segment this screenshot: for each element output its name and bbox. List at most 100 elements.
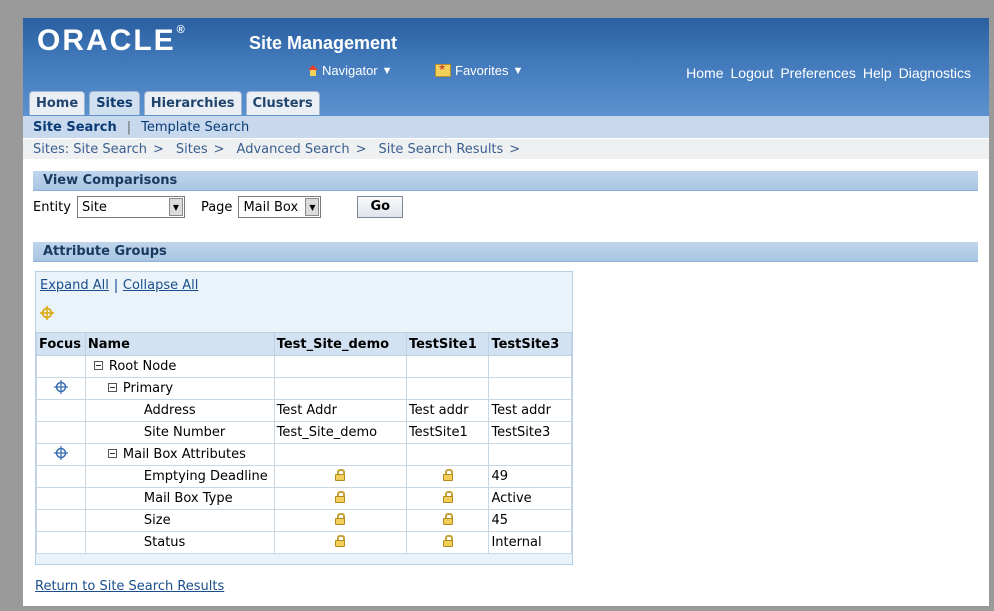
oracle-logo: ORACLE® [37,24,187,57]
global-link-help[interactable]: Help [863,65,892,81]
table-row: Size 45 [36,509,572,532]
focus-toolbar-icon[interactable] [40,306,54,320]
locked-cell [273,509,407,532]
column-header-test-site-demo: Test_Site_demo [273,332,407,356]
locked-cell [405,531,490,554]
lock-icon [335,468,346,481]
breadcrumb-arrow: > [355,141,367,157]
global-link-logout[interactable]: Logout [731,65,774,81]
value-cell [273,377,407,400]
navigator-menu[interactable]: Navigator ▼ [308,63,393,78]
crosshair-focus-icon[interactable] [53,445,68,460]
breadcrumb-arrow: > [153,141,164,157]
table-row: Mail Box Attributes [36,443,572,466]
favorites-menu[interactable]: Favorites ▼ [435,62,524,78]
value-cell: Internal [488,531,572,554]
column-header-name: Name [84,332,275,356]
lock-icon [442,512,453,525]
subnav-separator: | [126,119,132,135]
attribute-name: Root Node [108,359,177,374]
crosshair-focus-icon[interactable] [53,379,68,394]
breadcrumb-site-search-results[interactable]: Site Search Results [378,142,503,157]
global-link-diagnostics[interactable]: Diagnostics [899,65,971,81]
name-cell: Address [84,399,275,422]
tab-clusters[interactable]: Clusters [245,91,320,115]
global-links: Home Logout Preferences Help Diagnostics [686,65,971,81]
link-divider [114,278,117,293]
table-row: Status Internal [36,531,572,554]
tab-home[interactable]: Home [29,91,86,115]
collapse-toggle-icon[interactable] [93,361,103,370]
name-cell: Mail Box Attributes [84,443,275,466]
table-row: Root Node [36,355,572,378]
lock-icon [442,534,453,547]
focus-cell [36,421,86,444]
attribute-name: Emptying Deadline [143,469,268,484]
value-cell: 49 [488,465,572,488]
lock-icon [335,512,346,525]
attribute-comparison-table: Focus Name Test_Site_demo TestSite1 Test… [36,332,572,554]
locked-cell [273,465,407,488]
navigator-label: Navigator [322,63,378,78]
table-row: Site Number Test_Site_demo TestSite1 TestSi… [36,421,572,444]
attribute-name: Site Number [143,425,226,440]
global-link-preferences[interactable]: Preferences [780,65,855,81]
value-cell: TestSite1 [405,421,490,444]
value-cell: Test addr [488,399,572,422]
collapse-all-link[interactable]: Collapse All [123,278,199,293]
value-cell [405,377,490,400]
focus-cell [36,377,86,400]
tab-sites[interactable]: Sites [89,91,140,115]
attribute-name: Status [143,535,186,550]
breadcrumb-advanced-search[interactable]: Advanced Search [237,142,350,157]
name-cell: Root Node [84,355,275,378]
go-button[interactable]: Go [357,196,404,218]
subnav-site-search[interactable]: Site Search [33,120,117,135]
collapse-toggle-icon[interactable] [107,449,117,458]
chevron-down-icon: ▼ [512,64,524,77]
header-bar: ORACLE® Site Management Navigator ▼ Favo… [23,18,989,116]
page-select-value: Mail Box [243,199,299,215]
locked-cell [405,465,490,488]
page-select[interactable]: Mail Box ▼ [238,196,322,218]
name-cell: Status [84,531,275,554]
value-cell [405,443,490,466]
collapse-toggle-icon[interactable] [107,383,117,392]
entity-select-value: Site [81,199,107,215]
lock-icon [442,468,453,481]
value-cell [488,443,572,466]
attribute-name: Mail Box Type [143,491,233,506]
attribute-name: Primary [122,381,174,396]
entity-label: Entity [33,199,71,215]
focus-cell [36,531,86,554]
value-cell [273,443,407,466]
breadcrumb-sites[interactable]: Sites [176,142,208,157]
return-link-wrapper: Return to Site Search Results [35,579,224,594]
table-row: Primary [36,377,572,400]
focus-cell [36,399,86,422]
value-cell: 45 [488,509,572,532]
locked-cell [273,487,407,510]
global-link-home[interactable]: Home [686,65,723,81]
breadcrumb-site-search[interactable]: Sites: Site Search [33,142,147,157]
breadcrumb: Sites: Site Search > Sites > Advanced Sear… [23,139,989,159]
table-row: Emptying Deadline 49 [36,465,572,488]
lock-icon [335,490,346,503]
expand-all-link[interactable]: Expand All [40,278,109,293]
table-header-row: Focus Name Test_Site_demo TestSite1 Test… [36,332,572,356]
subnav-template-search[interactable]: Template Search [141,120,249,135]
locked-cell [405,487,490,510]
table-row: Mail Box Type Active [36,487,572,510]
value-cell: Test_Site_demo [273,421,407,444]
breadcrumb-arrow: > [213,141,225,157]
chevron-down-icon: ▼ [305,198,320,216]
focus-cell [36,487,86,510]
tab-hierarchies[interactable]: Hierarchies [143,91,242,115]
return-to-results-link[interactable]: Return to Site Search Results [35,579,224,594]
tab-bar: Home Sites Hierarchies Clusters [29,91,320,115]
window-frame: ORACLE® Site Management Navigator ▼ Favo… [0,0,994,611]
column-header-focus: Focus [36,332,86,356]
entity-select[interactable]: Site ▼ [76,196,185,218]
name-cell: Primary [84,377,275,400]
view-comparisons-filters: Entity Site ▼ Page Mail Box ▼ Go [33,196,404,218]
